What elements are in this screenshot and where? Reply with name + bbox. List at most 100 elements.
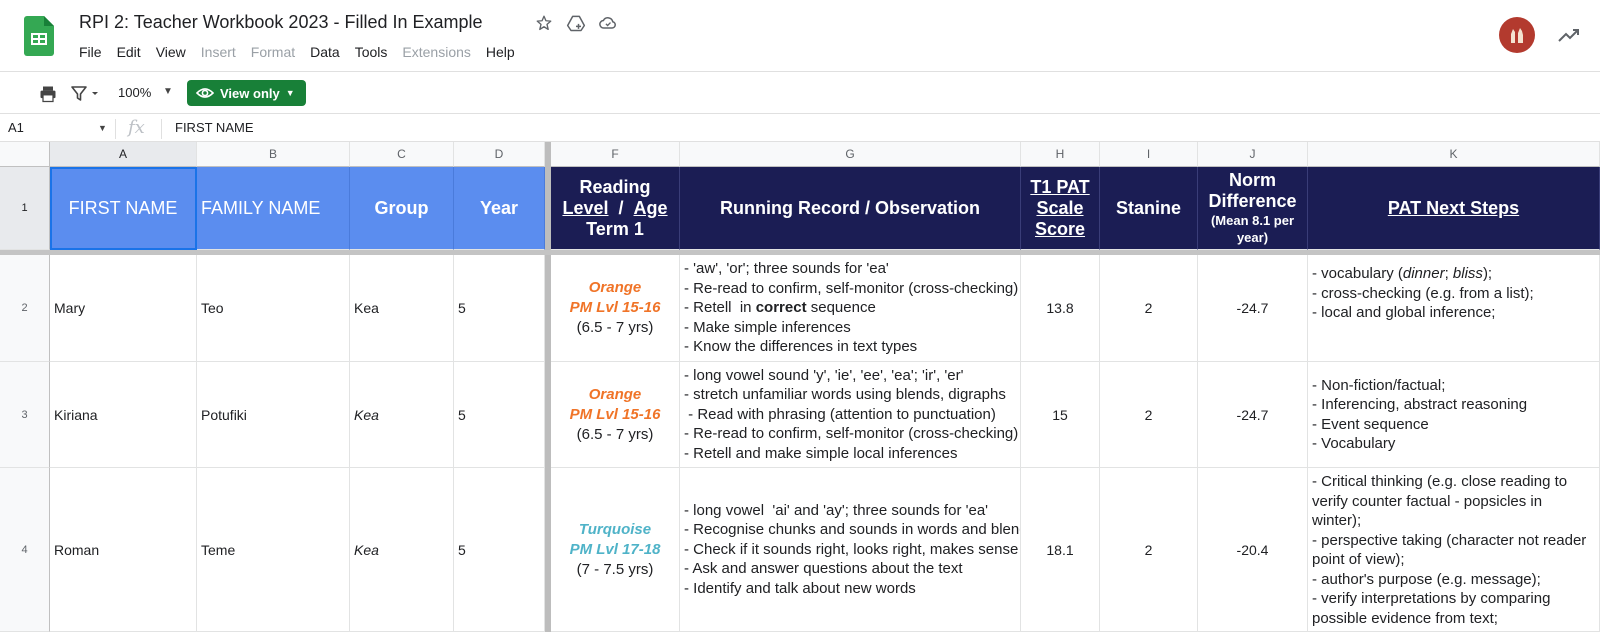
menu-tools[interactable]: Tools <box>355 44 388 60</box>
header-cell-first-name[interactable]: FIRST NAME <box>50 167 197 250</box>
cell-family-name[interactable]: Teo <box>197 255 350 362</box>
reading-age-word: Age <box>633 197 668 218</box>
row-header-4[interactable]: 4 <box>0 468 50 632</box>
menu-help[interactable]: Help <box>486 44 515 60</box>
cell-next-steps[interactable]: - Critical thinking (e.g. close reading … <box>1308 468 1600 632</box>
row-header-1[interactable]: 1 <box>0 167 50 250</box>
cell-next-steps[interactable]: - vocabulary (dinner; bliss); - cross-ch… <box>1308 255 1600 362</box>
frozen-row-divider[interactable] <box>0 250 1600 255</box>
select-all-corner[interactable] <box>0 142 50 167</box>
column-header-k[interactable]: K <box>1308 142 1600 167</box>
step-line: - verify interpretations by comparing po… <box>1312 590 1551 627</box>
cell-pat-score[interactable]: 18.1 <box>1021 468 1100 632</box>
header-cell-stanine[interactable]: Stanine <box>1100 167 1198 250</box>
cell-reading-level[interactable]: Orange PM Lvl 15-16 (6.5 - 7 yrs) <box>551 362 680 468</box>
name-box-caret-icon[interactable]: ▼ <box>98 123 107 133</box>
cell-first-name[interactable]: Kiriana <box>50 362 197 468</box>
cell-group[interactable]: Kea <box>350 468 454 632</box>
cell-running-record[interactable]: - long vowel 'ai' and 'ay'; three sounds… <box>680 468 1021 632</box>
cell-running-record[interactable]: - long vowel sound 'y', 'ie', 'ee', 'ea'… <box>680 362 1021 468</box>
header-cell-year[interactable]: Year <box>454 167 545 250</box>
header-cell-norm-difference[interactable]: Norm Difference (Mean 8.1 per year) <box>1198 167 1308 250</box>
menu-bar: File Edit View Insert Format Data Tools … <box>79 44 530 60</box>
activity-trend-icon[interactable] <box>1556 23 1582 47</box>
cell-reading-level[interactable]: Turquoise PM Lvl 17-18 (7 - 7.5 yrs) <box>551 468 680 632</box>
row-header-2[interactable]: 2 <box>0 255 50 362</box>
zoom-select[interactable]: 100% <box>118 85 151 100</box>
divider <box>115 119 116 139</box>
level-pm: PM Lvl 15-16 <box>569 299 661 316</box>
column-header-j[interactable]: J <box>1198 142 1308 167</box>
step-italic: dinner <box>1402 265 1445 282</box>
cell-stanine[interactable]: 2 <box>1100 468 1198 632</box>
cell-running-record[interactable]: - 'aw', 'or'; three sounds for 'ea' - Re… <box>680 255 1021 362</box>
cell-next-steps[interactable]: - Non-fiction/factual; - Inferencing, ab… <box>1308 362 1600 468</box>
header-cell-family-name[interactable]: FAMILY NAME <box>197 167 350 250</box>
reading-line-1: Reading <box>579 176 651 197</box>
row-header-3[interactable]: 3 <box>0 362 50 468</box>
account-avatar[interactable] <box>1499 17 1535 53</box>
cell-group[interactable]: Kea <box>350 255 454 362</box>
frozen-column-divider[interactable] <box>545 142 551 632</box>
menu-insert[interactable]: Insert <box>201 44 236 60</box>
menu-data[interactable]: Data <box>310 44 340 60</box>
zoom-caret-icon[interactable]: ▼ <box>163 86 173 97</box>
header-cell-group[interactable]: Group <box>350 167 454 250</box>
note-line: - Re-read to confirm, self-monitor (cros… <box>684 425 1019 443</box>
cloud-status-icon[interactable] <box>598 13 618 33</box>
note-line: - Ask and answer questions about the tex… <box>684 560 963 578</box>
cell-norm-difference[interactable]: -24.7 <box>1198 362 1308 468</box>
cell-norm-difference[interactable]: -24.7 <box>1198 255 1308 362</box>
document-title[interactable]: RPI 2: Teacher Workbook 2023 - Filled In… <box>79 12 483 33</box>
menu-edit[interactable]: Edit <box>117 44 141 60</box>
column-header-f[interactable]: F <box>551 142 680 167</box>
sheets-logo-icon[interactable] <box>24 16 54 56</box>
spreadsheet-grid: A B C D F G H I J K 1 2 3 4 FIRST NAME F… <box>0 142 1600 632</box>
step-part: - vocabulary ( <box>1312 265 1403 282</box>
print-icon[interactable] <box>38 84 58 104</box>
move-to-drive-icon[interactable] <box>566 13 586 33</box>
step-line: - local and global inference; <box>1312 304 1496 321</box>
cell-family-name[interactable]: Teme <box>197 468 350 632</box>
header-cell-next-steps[interactable]: PAT Next Steps <box>1308 167 1600 250</box>
level-age: (6.5 - 7 yrs) <box>576 319 654 336</box>
cell-year[interactable]: 5 <box>454 255 545 362</box>
eye-icon <box>196 88 214 98</box>
cell-first-name[interactable]: Mary <box>50 255 197 362</box>
header-cell-pat-score[interactable]: T1 PAT Scale Score <box>1021 167 1100 250</box>
cell-stanine[interactable]: 2 <box>1100 255 1198 362</box>
cell-pat-score[interactable]: 15 <box>1021 362 1100 468</box>
cell-year[interactable]: 5 <box>454 468 545 632</box>
step-line: - cross-checking (e.g. from a list); <box>1312 284 1534 302</box>
cell-family-name[interactable]: Potufiki <box>197 362 350 468</box>
column-header-i[interactable]: I <box>1100 142 1198 167</box>
menu-view[interactable]: View <box>156 44 186 60</box>
filter-icon[interactable] <box>70 84 102 104</box>
step-line: - Critical thinking (e.g. close reading … <box>1312 473 1568 529</box>
column-header-d[interactable]: D <box>454 142 545 167</box>
note-line: - long vowel sound 'y', 'ie', 'ee', 'ea'… <box>684 366 964 384</box>
cell-norm-difference[interactable]: -20.4 <box>1198 468 1308 632</box>
cell-year[interactable]: 5 <box>454 362 545 468</box>
header-cell-running-record[interactable]: Running Record / Observation <box>680 167 1021 250</box>
note-line: - Retell in correct sequence <box>684 298 1020 318</box>
header-cell-reading-level[interactable]: Reading Level / Age Term 1 <box>551 167 680 250</box>
column-header-a[interactable]: A <box>50 142 197 167</box>
cell-reading-level[interactable]: Orange PM Lvl 15-16 (6.5 - 7 yrs) <box>551 255 680 362</box>
menu-extensions[interactable]: Extensions <box>402 44 470 60</box>
menu-file[interactable]: File <box>79 44 102 60</box>
cell-pat-score[interactable]: 13.8 <box>1021 255 1100 362</box>
cell-group[interactable]: Kea <box>350 362 454 468</box>
formula-input[interactable]: FIRST NAME <box>175 120 254 135</box>
column-header-h[interactable]: H <box>1021 142 1100 167</box>
column-header-c[interactable]: C <box>350 142 454 167</box>
column-header-b[interactable]: B <box>197 142 350 167</box>
cell-first-name[interactable]: Roman <box>50 468 197 632</box>
view-only-button[interactable]: View only ▼ <box>187 80 306 106</box>
name-box[interactable]: A1 <box>8 120 24 135</box>
column-header-g[interactable]: G <box>680 142 1021 167</box>
cell-stanine[interactable]: 2 <box>1100 362 1198 468</box>
star-icon[interactable] <box>534 13 554 33</box>
formula-bar: A1 ▼ fx FIRST NAME <box>0 115 1600 142</box>
menu-format[interactable]: Format <box>251 44 295 60</box>
